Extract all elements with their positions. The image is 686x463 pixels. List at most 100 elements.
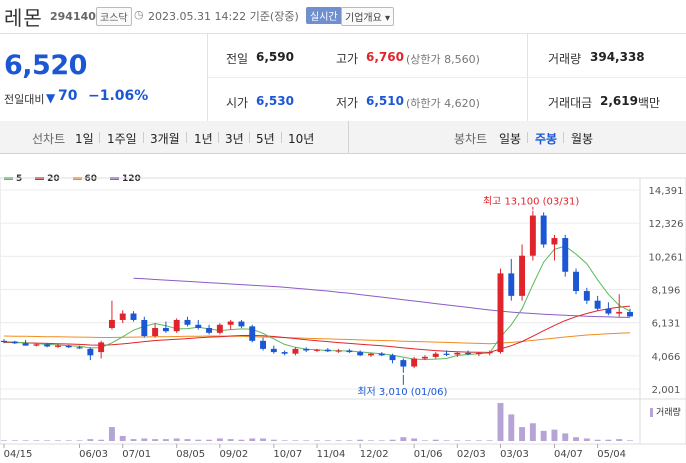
candle-body — [475, 352, 482, 355]
divider — [207, 34, 208, 122]
tab-monthly-candle[interactable]: 월봉 — [571, 130, 593, 147]
x-tick-label: 01/06 — [414, 449, 443, 460]
x-tick-label: 03/03 — [500, 449, 529, 460]
candle-body — [432, 353, 439, 357]
tab-3-months[interactable]: 3개월 — [150, 130, 180, 147]
candle-body — [33, 344, 40, 346]
x-tick-label: 09/02 — [219, 449, 248, 460]
volume-bar — [87, 439, 94, 441]
y-axis-labels: 14,391 12,326 10,261 8,196 6,131 4,066 2,001 — [649, 186, 684, 396]
candle-body — [87, 348, 94, 356]
volume-bar — [162, 439, 169, 441]
candle-body — [411, 358, 418, 367]
candle-body — [497, 273, 504, 353]
x-tick-label: 06/03 — [79, 449, 108, 460]
candle-body — [421, 356, 428, 359]
y-tick-label: 4,066 — [652, 352, 681, 363]
candle-body — [260, 340, 267, 349]
high-annotation: 최고 13,100 (03/31) — [483, 196, 579, 208]
prev-close-value: 6,590 — [256, 50, 294, 64]
compare-label: 전일대비 — [4, 93, 45, 106]
candle-body — [314, 349, 320, 351]
candle-body — [378, 353, 385, 356]
candle-body — [594, 300, 601, 309]
high-label: 고가 — [336, 52, 359, 66]
volume-bar — [583, 438, 590, 441]
volume-bar — [432, 439, 439, 441]
realtime-button[interactable]: 실시간 — [306, 7, 342, 24]
y-tick-label: 10,261 — [649, 252, 684, 263]
volume-bar — [76, 440, 83, 441]
candle-chart-label: 봉차트 — [454, 132, 488, 146]
candle-body — [216, 324, 223, 333]
ma120-line — [133, 277, 631, 318]
moving-average-lines — [3, 245, 631, 361]
y-tick-label: 2,001 — [652, 385, 681, 396]
volume-bar — [216, 438, 223, 441]
candle-body — [281, 352, 288, 354]
high-value: 6,760 — [366, 50, 404, 64]
candle-body — [573, 271, 580, 292]
open-value: 6,530 — [256, 94, 294, 108]
x-tick-label: 05/04 — [597, 449, 626, 460]
candle-body — [206, 327, 213, 333]
ma20-line — [3, 305, 631, 353]
tab-1-week[interactable]: 1주일 — [107, 130, 137, 147]
company-info-dropdown[interactable]: 기업개요 ▾ — [341, 7, 394, 26]
candle-body — [389, 355, 396, 361]
candle-body — [486, 352, 493, 354]
change-rate: −1.06% — [88, 88, 149, 104]
stock-header: 레몬 294140 코스닥 ◷ 2023.05.31 14:22 기준(장중) … — [0, 0, 686, 33]
candle-body — [227, 321, 234, 325]
tab-10-years[interactable]: 10년 — [288, 130, 314, 147]
volume-bar — [152, 439, 159, 441]
volume-bar — [33, 440, 40, 441]
amount-unit: 백만 — [638, 96, 661, 110]
separator — [527, 132, 528, 143]
volume-bar — [594, 439, 601, 441]
market-badge: 코스닥 — [96, 7, 132, 26]
tab-1-day[interactable]: 1일 — [75, 130, 94, 147]
candle-body — [141, 319, 148, 337]
candle-body — [184, 319, 191, 325]
price-change: 70 — [58, 88, 78, 104]
volume-bar — [184, 439, 191, 441]
tab-1-year[interactable]: 1년 — [194, 130, 213, 147]
volume-bar — [497, 403, 504, 441]
x-tick-label: 08/05 — [176, 449, 205, 460]
candle-body — [22, 343, 29, 346]
tab-daily-candle[interactable]: 일봉 — [499, 130, 521, 147]
volume-bar — [508, 414, 515, 441]
volume-bar — [421, 440, 428, 441]
candle-body — [98, 342, 105, 353]
candle-body — [400, 360, 407, 367]
candle-body — [162, 327, 169, 332]
current-price: 6,520 — [4, 50, 87, 81]
volume-pane-border — [0, 398, 686, 445]
candle-body — [303, 348, 310, 351]
volume-bar — [324, 440, 331, 441]
weekly-candle-chart[interactable]: 14,391 12,326 10,261 8,196 6,131 4,066 2,001 0… — [0, 153, 686, 463]
volume-bar — [22, 440, 29, 441]
price-summary: 6,520 전일대비 ▼ 70 −1.06% 전일 6,590 고가 6,760… — [0, 33, 686, 123]
volume-bar — [346, 440, 353, 441]
x-tick-label: 10/07 — [273, 449, 302, 460]
tab-5-years[interactable]: 5년 — [256, 130, 275, 147]
volume-bar — [411, 438, 418, 441]
volume-bars — [1, 403, 633, 441]
tab-weekly-candle[interactable]: 주봉 — [535, 130, 557, 147]
candle-body — [1, 340, 7, 343]
volume-bar — [540, 430, 547, 441]
candle-body — [108, 319, 115, 328]
lower-limit: (하한가 4,620) — [406, 97, 480, 110]
ma5-line — [3, 245, 631, 361]
separator — [281, 132, 282, 143]
volume-bar — [573, 437, 580, 441]
chart-grid — [0, 177, 686, 445]
volume-bar — [206, 439, 213, 441]
volume-bar — [465, 440, 472, 441]
low-annotation: 최저 3,010 (01/06) — [357, 386, 447, 398]
tab-3-years[interactable]: 3년 — [225, 130, 244, 147]
volume-bar — [454, 440, 461, 441]
amount-label: 거래대금 — [548, 96, 593, 110]
